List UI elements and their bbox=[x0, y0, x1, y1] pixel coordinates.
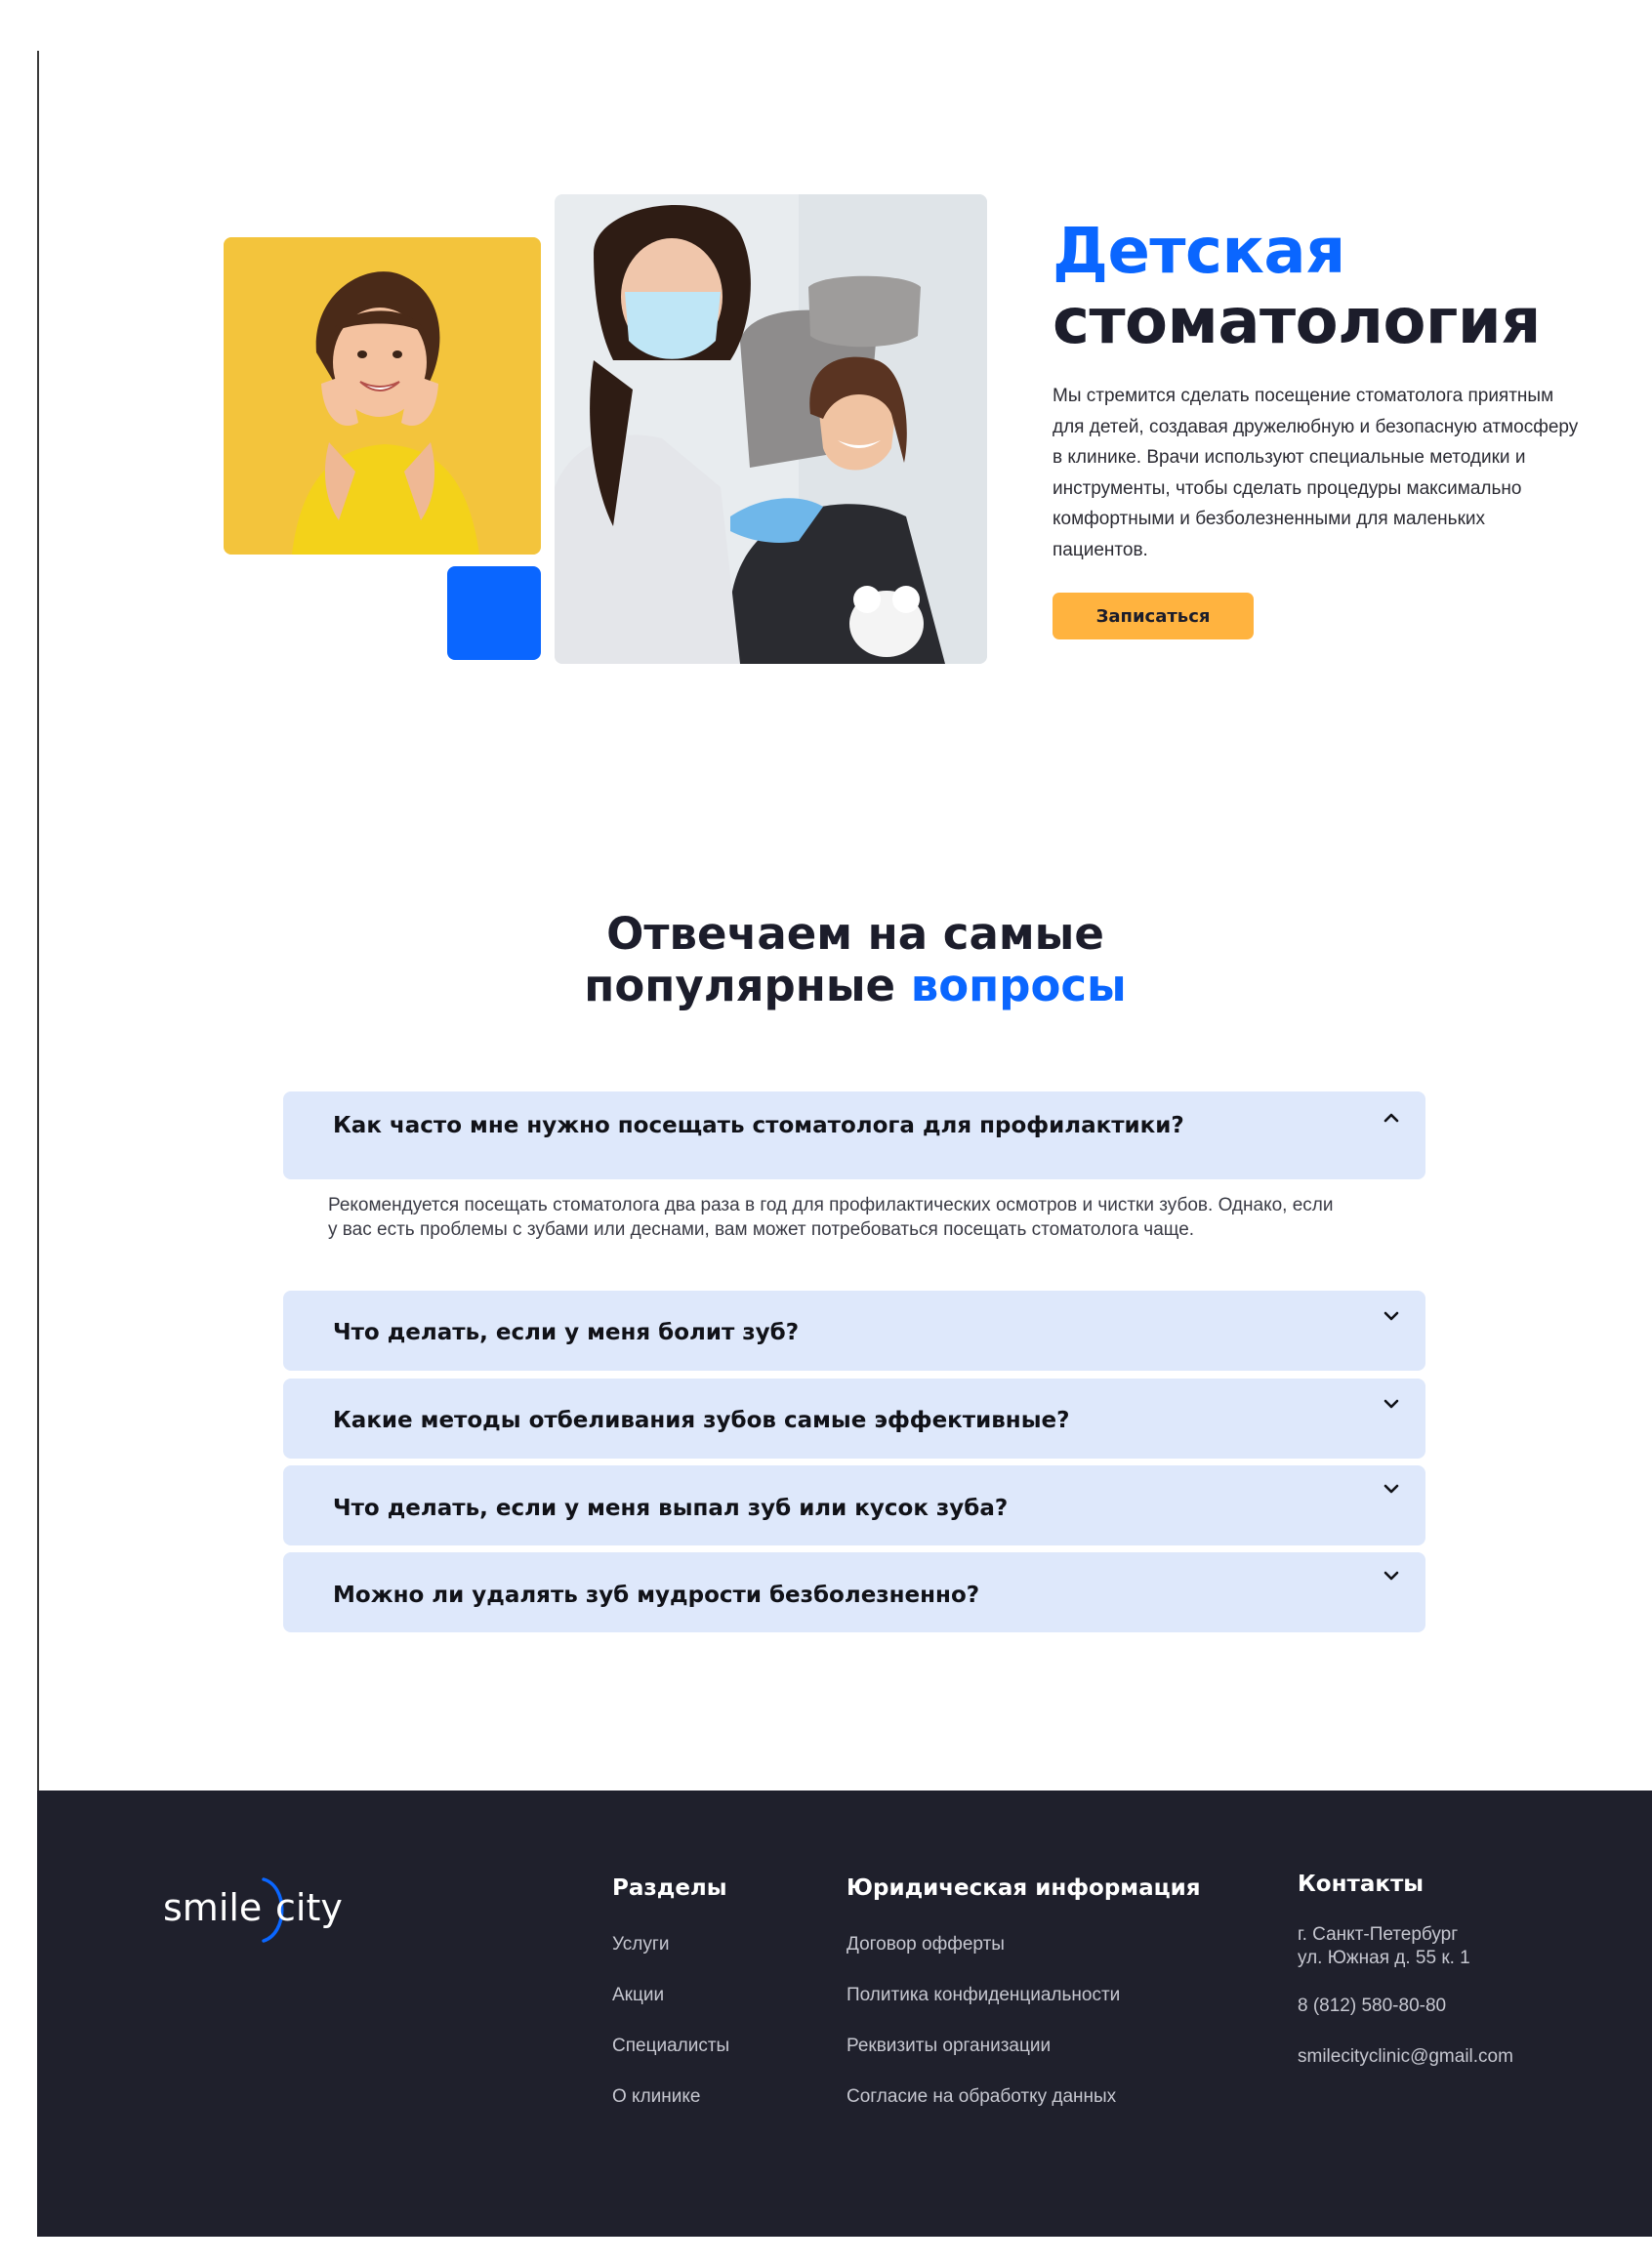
logo-text-smile: smile bbox=[163, 1886, 262, 1929]
hero-title-rest: стоматология bbox=[1053, 286, 1541, 358]
faq-question: Что делать, если у меня выпал зуб или ку… bbox=[333, 1496, 1009, 1521]
girl-photo bbox=[224, 237, 541, 555]
faq-question: Что делать, если у меня болит зуб? bbox=[333, 1320, 800, 1345]
footer-legal-title: Юридическая информация bbox=[847, 1875, 1201, 1901]
footer-link-requisites[interactable]: Реквизиты организации bbox=[847, 2036, 1051, 2057]
chevron-down-icon bbox=[1384, 1311, 1399, 1321]
faq-title: Отвечаем на самые популярные вопросы bbox=[435, 908, 1275, 1011]
footer-sections-title: Разделы bbox=[612, 1875, 727, 1901]
faq-item-2[interactable]: Что делать, если у меня болит зуб? bbox=[283, 1291, 1425, 1371]
footer-link-promotions[interactable]: Акции bbox=[612, 1985, 664, 2006]
faq-title-accent: вопросы bbox=[910, 960, 1127, 1011]
logo-text-city: city bbox=[275, 1886, 343, 1929]
faq-item-1[interactable]: Как часто мне нужно посещать стоматолога… bbox=[283, 1091, 1425, 1179]
left-border-line bbox=[37, 51, 39, 1791]
footer-phone[interactable]: 8 (812) 580-80-80 bbox=[1298, 1996, 1446, 2017]
faq-title-line2: популярные bbox=[584, 960, 896, 1011]
footer-link-services[interactable]: Услуги bbox=[612, 1934, 669, 1955]
chevron-down-icon bbox=[1384, 1484, 1399, 1494]
footer-contacts-title: Контакты bbox=[1298, 1872, 1425, 1897]
footer-link-about[interactable]: О клинике bbox=[612, 2086, 700, 2108]
footer-link-consent[interactable]: Согласие на обработку данных bbox=[847, 2086, 1116, 2108]
decorative-blue-square bbox=[447, 566, 541, 660]
dentist-with-child-photo bbox=[555, 194, 987, 664]
footer-address-line2: ул. Южная д. 55 к. 1 bbox=[1298, 1948, 1470, 1968]
footer-link-specialists[interactable]: Специалисты bbox=[612, 2036, 729, 2057]
chevron-down-icon bbox=[1384, 1399, 1399, 1409]
faq-item-5[interactable]: Можно ли удалять зуб мудрости безболезне… bbox=[283, 1552, 1425, 1632]
faq-item-4[interactable]: Что делать, если у меня выпал зуб или ку… bbox=[283, 1465, 1425, 1545]
faq-question: Как часто мне нужно посещать стоматолога… bbox=[333, 1113, 1184, 1138]
chevron-down-icon bbox=[1384, 1571, 1399, 1581]
smile-city-logo[interactable]: smile city bbox=[163, 1873, 349, 1947]
book-appointment-button[interactable]: Записаться bbox=[1053, 593, 1254, 639]
faq-item-3[interactable]: Какие методы отбеливания зубов самые эфф… bbox=[283, 1379, 1425, 1459]
footer-link-privacy[interactable]: Политика конфиденциальности bbox=[847, 1985, 1120, 2006]
chevron-up-icon bbox=[1384, 1113, 1399, 1123]
hero-title-accent: Детская bbox=[1053, 216, 1345, 288]
faq-title-line1: Отвечаем на самые bbox=[606, 908, 1104, 960]
footer-address-line1: г. Санкт-Петербург bbox=[1298, 1924, 1459, 1945]
footer-email[interactable]: smilecityclinic@gmail.com bbox=[1298, 2046, 1513, 2068]
faq-question: Какие методы отбеливания зубов самые эфф… bbox=[333, 1408, 1070, 1433]
faq-question: Можно ли удалять зуб мудрости безболезне… bbox=[333, 1583, 980, 1608]
footer-link-offer[interactable]: Договор офферты bbox=[847, 1934, 1005, 1955]
hero-description: Мы стремится сделать посещение стоматоло… bbox=[1053, 386, 1579, 560]
hero-title: Детская стоматология bbox=[1053, 217, 1541, 357]
faq-answer: Рекомендуется посещать стоматолога два р… bbox=[328, 1195, 1334, 1240]
